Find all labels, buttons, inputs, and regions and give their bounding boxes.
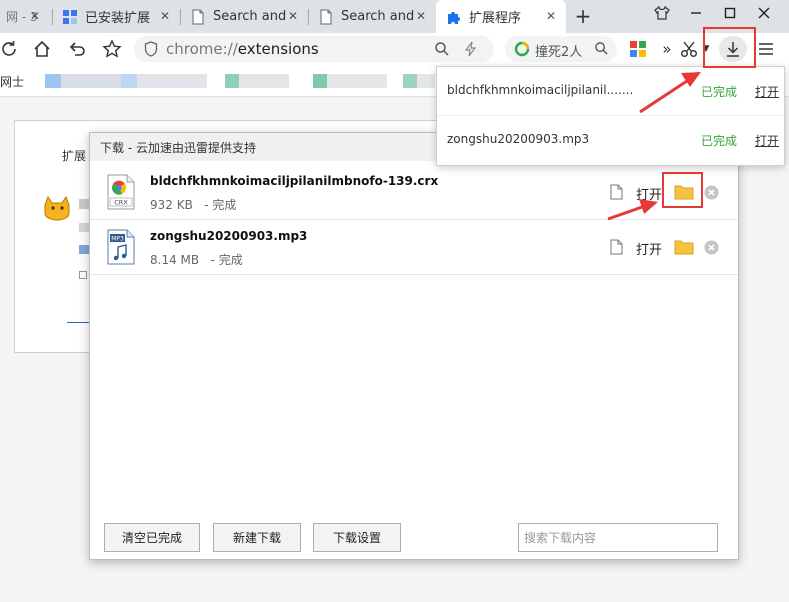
red-arrow-icon (639, 72, 701, 114)
red-arrow-icon (607, 199, 658, 221)
annotation-arrows (607, 72, 701, 221)
